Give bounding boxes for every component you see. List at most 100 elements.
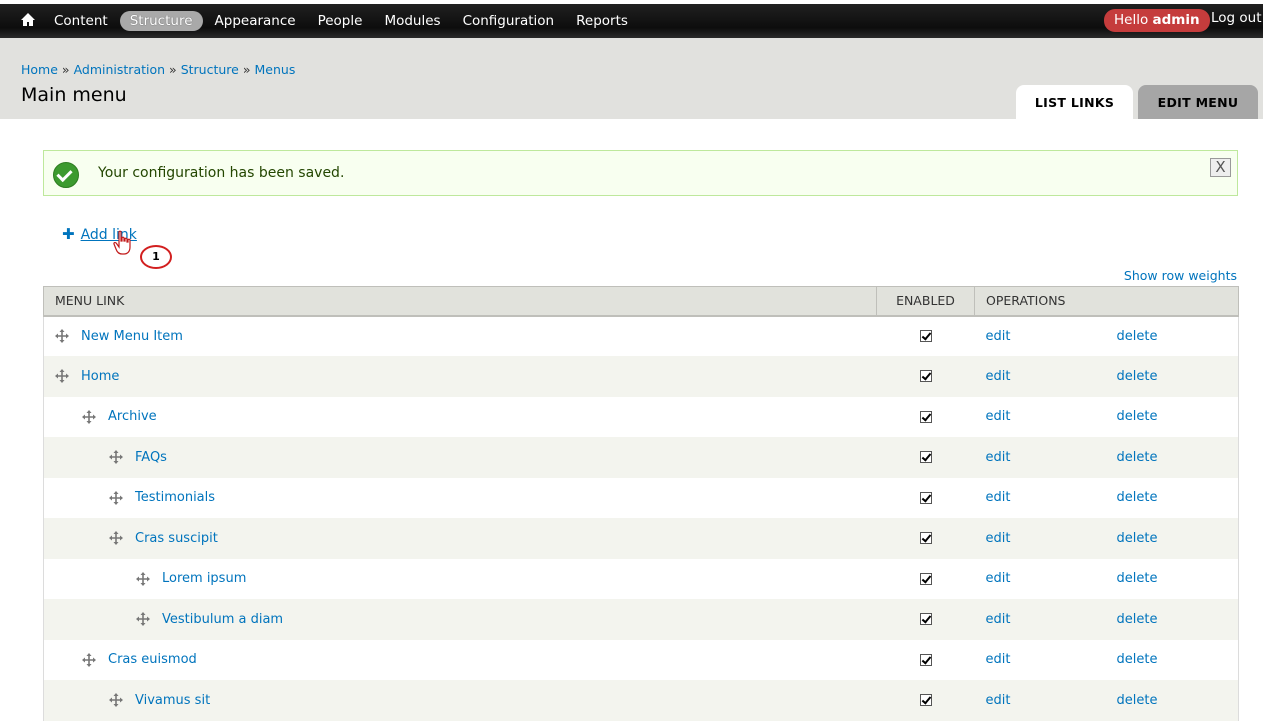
menu-link-title[interactable]: FAQs: [135, 450, 167, 465]
hand-cursor-icon: [112, 230, 134, 256]
edit-link[interactable]: edit: [986, 450, 1011, 465]
step-marker: 1: [140, 245, 172, 269]
delete-cell: delete: [1105, 558, 1240, 599]
enabled-checkbox[interactable]: [919, 491, 932, 504]
breadcrumb-item-home[interactable]: Home: [21, 62, 58, 77]
drag-handle-icon[interactable]: [109, 450, 123, 465]
enabled-cell: [876, 315, 975, 356]
delete-link[interactable]: delete: [1117, 612, 1158, 627]
menu-link-title[interactable]: Vestibulum a diam: [162, 612, 283, 627]
edit-link[interactable]: edit: [986, 490, 1011, 505]
toolbar-item-structure[interactable]: Structure: [119, 11, 203, 31]
menu-link-cell: Lorem ipsum: [43, 558, 877, 599]
close-message-button[interactable]: X: [1210, 158, 1231, 177]
drag-handle-icon[interactable]: [136, 571, 150, 586]
delete-link[interactable]: delete: [1117, 490, 1158, 505]
edit-cell: edit: [974, 437, 1106, 478]
toolbar-item-modules[interactable]: Modules: [374, 11, 450, 31]
page-header: Home» Administration» Structure» Menus Main…: [0, 38, 1263, 119]
table-row: Archive edit delete: [43, 396, 1240, 437]
menu-link-title[interactable]: Archive: [108, 409, 157, 424]
menu-link-cell: Cras euismod: [43, 639, 877, 680]
enabled-checkbox[interactable]: [919, 613, 932, 626]
delete-link[interactable]: delete: [1117, 329, 1158, 344]
enabled-checkbox[interactable]: [919, 694, 932, 707]
menu-link-title[interactable]: Cras suscipit: [135, 531, 218, 546]
toolbar-item-reports[interactable]: Reports: [566, 11, 638, 31]
delete-cell: delete: [1105, 518, 1240, 559]
drag-handle-icon[interactable]: [109, 531, 123, 546]
menu-link-title[interactable]: Lorem ipsum: [162, 571, 246, 586]
enabled-checkbox[interactable]: [919, 653, 932, 666]
drag-handle-icon[interactable]: [82, 652, 96, 667]
drag-handle-icon[interactable]: [136, 612, 150, 627]
delete-link[interactable]: delete: [1117, 409, 1158, 424]
menu-link-title[interactable]: Cras euismod: [108, 652, 197, 667]
tab-edit-menu[interactable]: EDIT MENU: [1138, 85, 1258, 119]
logout-link[interactable]: Log out: [1211, 10, 1262, 26]
toolbar-nav: Content Structure Appearance People Modules C…: [44, 4, 640, 38]
enabled-checkbox[interactable]: [919, 572, 932, 585]
edit-link[interactable]: edit: [986, 612, 1011, 627]
header-enabled: ENABLED: [876, 286, 975, 317]
enabled-cell: [876, 437, 975, 478]
table-row: Vivamus sit edit delete: [43, 680, 1240, 721]
username: admin: [1152, 12, 1200, 28]
enabled-checkbox[interactable]: [919, 410, 932, 423]
enabled-checkbox[interactable]: [919, 532, 932, 545]
edit-cell: edit: [974, 680, 1106, 721]
delete-cell: delete: [1105, 599, 1240, 640]
toolbar-item-appearance[interactable]: Appearance: [205, 11, 306, 31]
home-icon[interactable]: [18, 10, 38, 30]
table-row: FAQs edit delete: [43, 437, 1240, 478]
delete-link[interactable]: delete: [1117, 652, 1158, 667]
enabled-cell: [876, 558, 975, 599]
drag-handle-icon[interactable]: [55, 369, 69, 384]
toolbar-item-configuration[interactable]: Configuration: [453, 11, 565, 31]
menu-link-cell: Home: [43, 356, 877, 397]
breadcrumb-item-administration[interactable]: Administration: [74, 62, 165, 77]
edit-link[interactable]: edit: [986, 652, 1011, 667]
enabled-checkbox[interactable]: [919, 330, 932, 343]
show-row-weights-link[interactable]: Show row weights: [1124, 268, 1237, 283]
edit-link[interactable]: edit: [986, 329, 1011, 344]
edit-link[interactable]: edit: [986, 409, 1011, 424]
delete-link[interactable]: delete: [1117, 571, 1158, 586]
toolbar-item-content[interactable]: Content: [44, 11, 118, 31]
enabled-checkbox[interactable]: [919, 370, 932, 383]
drag-handle-icon[interactable]: [82, 409, 96, 424]
delete-cell: delete: [1105, 639, 1240, 680]
menu-link-cell: New Menu Item: [43, 315, 877, 356]
edit-link[interactable]: edit: [986, 693, 1011, 708]
drag-handle-icon[interactable]: [55, 329, 69, 344]
breadcrumb-item-menus[interactable]: Menus: [255, 62, 296, 77]
menu-link-title[interactable]: Vivamus sit: [135, 693, 210, 708]
edit-link[interactable]: edit: [986, 531, 1011, 546]
breadcrumb-item-structure[interactable]: Structure: [181, 62, 239, 77]
menu-link-title[interactable]: New Menu Item: [81, 329, 183, 344]
drag-handle-icon[interactable]: [109, 490, 123, 505]
enabled-cell: [876, 680, 975, 721]
delete-link[interactable]: delete: [1117, 693, 1158, 708]
table-row: Home edit delete: [43, 356, 1240, 397]
delete-link[interactable]: delete: [1117, 369, 1158, 384]
toolbar-item-people[interactable]: People: [308, 11, 373, 31]
tab-list-links[interactable]: LIST LINKS: [1016, 85, 1133, 119]
edit-link[interactable]: edit: [986, 369, 1011, 384]
user-greeting[interactable]: Hello admin: [1104, 9, 1210, 32]
enabled-cell: [876, 518, 975, 559]
delete-cell: delete: [1105, 477, 1240, 518]
menu-link-title[interactable]: Testimonials: [135, 490, 215, 505]
enabled-checkbox[interactable]: [919, 451, 932, 464]
menu-link-title[interactable]: Home: [81, 369, 119, 384]
delete-link[interactable]: delete: [1117, 450, 1158, 465]
status-message-text: Your configuration has been saved.: [98, 165, 345, 181]
edit-cell: edit: [974, 315, 1106, 356]
delete-cell: delete: [1105, 315, 1240, 356]
edit-cell: edit: [974, 558, 1106, 599]
drag-handle-icon[interactable]: [109, 693, 123, 708]
breadcrumb: Home» Administration» Structure» Menus: [21, 62, 295, 77]
delete-cell: delete: [1105, 437, 1240, 478]
edit-link[interactable]: edit: [986, 571, 1011, 586]
delete-link[interactable]: delete: [1117, 531, 1158, 546]
